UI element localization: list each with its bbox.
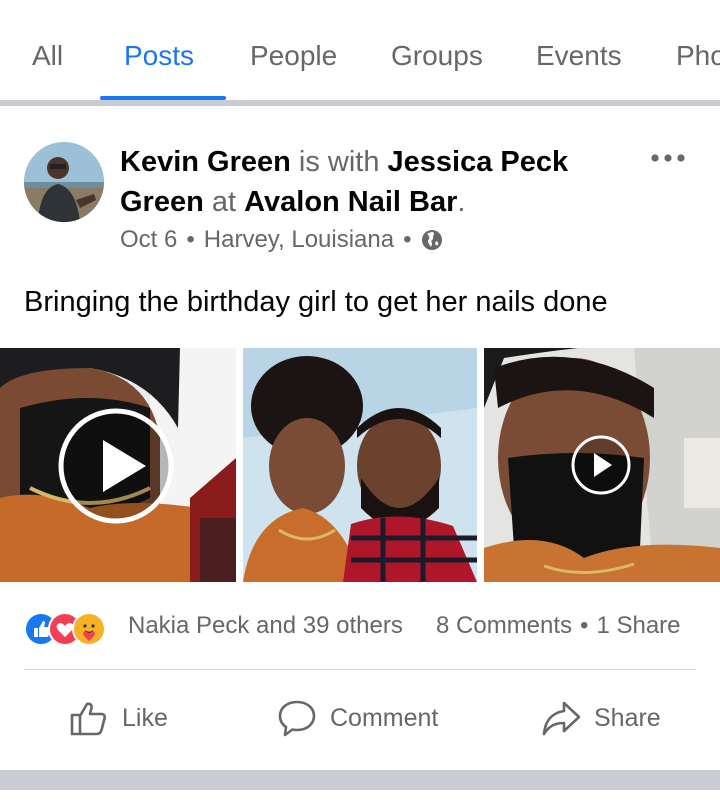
place-name[interactable]: Avalon Nail Bar bbox=[244, 186, 457, 218]
tab-posts[interactable]: Posts bbox=[124, 40, 194, 72]
post-text: Bringing the birthday girl to get her na… bbox=[24, 286, 608, 318]
more-options-icon[interactable] bbox=[650, 150, 686, 166]
media-video-1[interactable] bbox=[0, 348, 236, 582]
share-button[interactable]: Share bbox=[540, 696, 661, 740]
actions-divider bbox=[24, 669, 696, 670]
post-card: Kevin Green is with Jessica Peck Green a… bbox=[0, 106, 720, 770]
share-icon bbox=[542, 701, 581, 736]
post-meta: Oct 6 • Harvey, Louisiana • bbox=[120, 226, 443, 254]
is-with-text: is with bbox=[298, 146, 380, 178]
globe-icon bbox=[421, 230, 442, 250]
engagement-counts: 8 Comments • 1 Share bbox=[436, 612, 681, 640]
tab-events[interactable]: Events bbox=[536, 40, 622, 72]
thumbs-up-icon bbox=[70, 702, 106, 736]
post-location[interactable]: Harvey, Louisiana bbox=[204, 226, 394, 254]
meta-separator: • bbox=[186, 226, 195, 253]
like-label: Like bbox=[122, 703, 168, 732]
media-photo-2[interactable] bbox=[243, 348, 477, 582]
post-date[interactable]: Oct 6 bbox=[120, 226, 177, 254]
reaction-summary[interactable]: Nakia Peck and 39 others bbox=[128, 612, 403, 640]
comment-label: Comment bbox=[330, 703, 439, 732]
like-button[interactable]: Like bbox=[68, 696, 168, 740]
reaction-icons[interactable] bbox=[24, 612, 124, 646]
care-reaction-icon bbox=[72, 612, 106, 646]
at-text: at bbox=[211, 186, 237, 218]
comment-button[interactable]: Comment bbox=[276, 696, 438, 740]
comment-icon bbox=[278, 700, 316, 737]
count-separator: • bbox=[580, 612, 589, 639]
share-count[interactable]: 1 Share bbox=[596, 612, 680, 639]
media-video-3[interactable] bbox=[484, 348, 720, 582]
tab-all[interactable]: All bbox=[32, 40, 63, 72]
comment-count[interactable]: 8 Comments bbox=[436, 612, 572, 639]
tab-groups[interactable]: Groups bbox=[391, 40, 483, 72]
share-label: Share bbox=[594, 703, 661, 732]
avatar-image bbox=[24, 142, 104, 222]
meta-separator: • bbox=[403, 226, 412, 253]
avatar[interactable] bbox=[24, 142, 104, 222]
author-name[interactable]: Kevin Green bbox=[120, 146, 291, 178]
search-tabs: All Posts People Groups Events Pho bbox=[0, 0, 720, 100]
tab-people[interactable]: People bbox=[250, 40, 337, 72]
tab-photos[interactable]: Pho bbox=[676, 40, 720, 72]
feed-divider bbox=[0, 770, 720, 790]
post-header: Kevin Green is with Jessica Peck Green a… bbox=[120, 142, 620, 222]
period-text: . bbox=[457, 186, 466, 218]
